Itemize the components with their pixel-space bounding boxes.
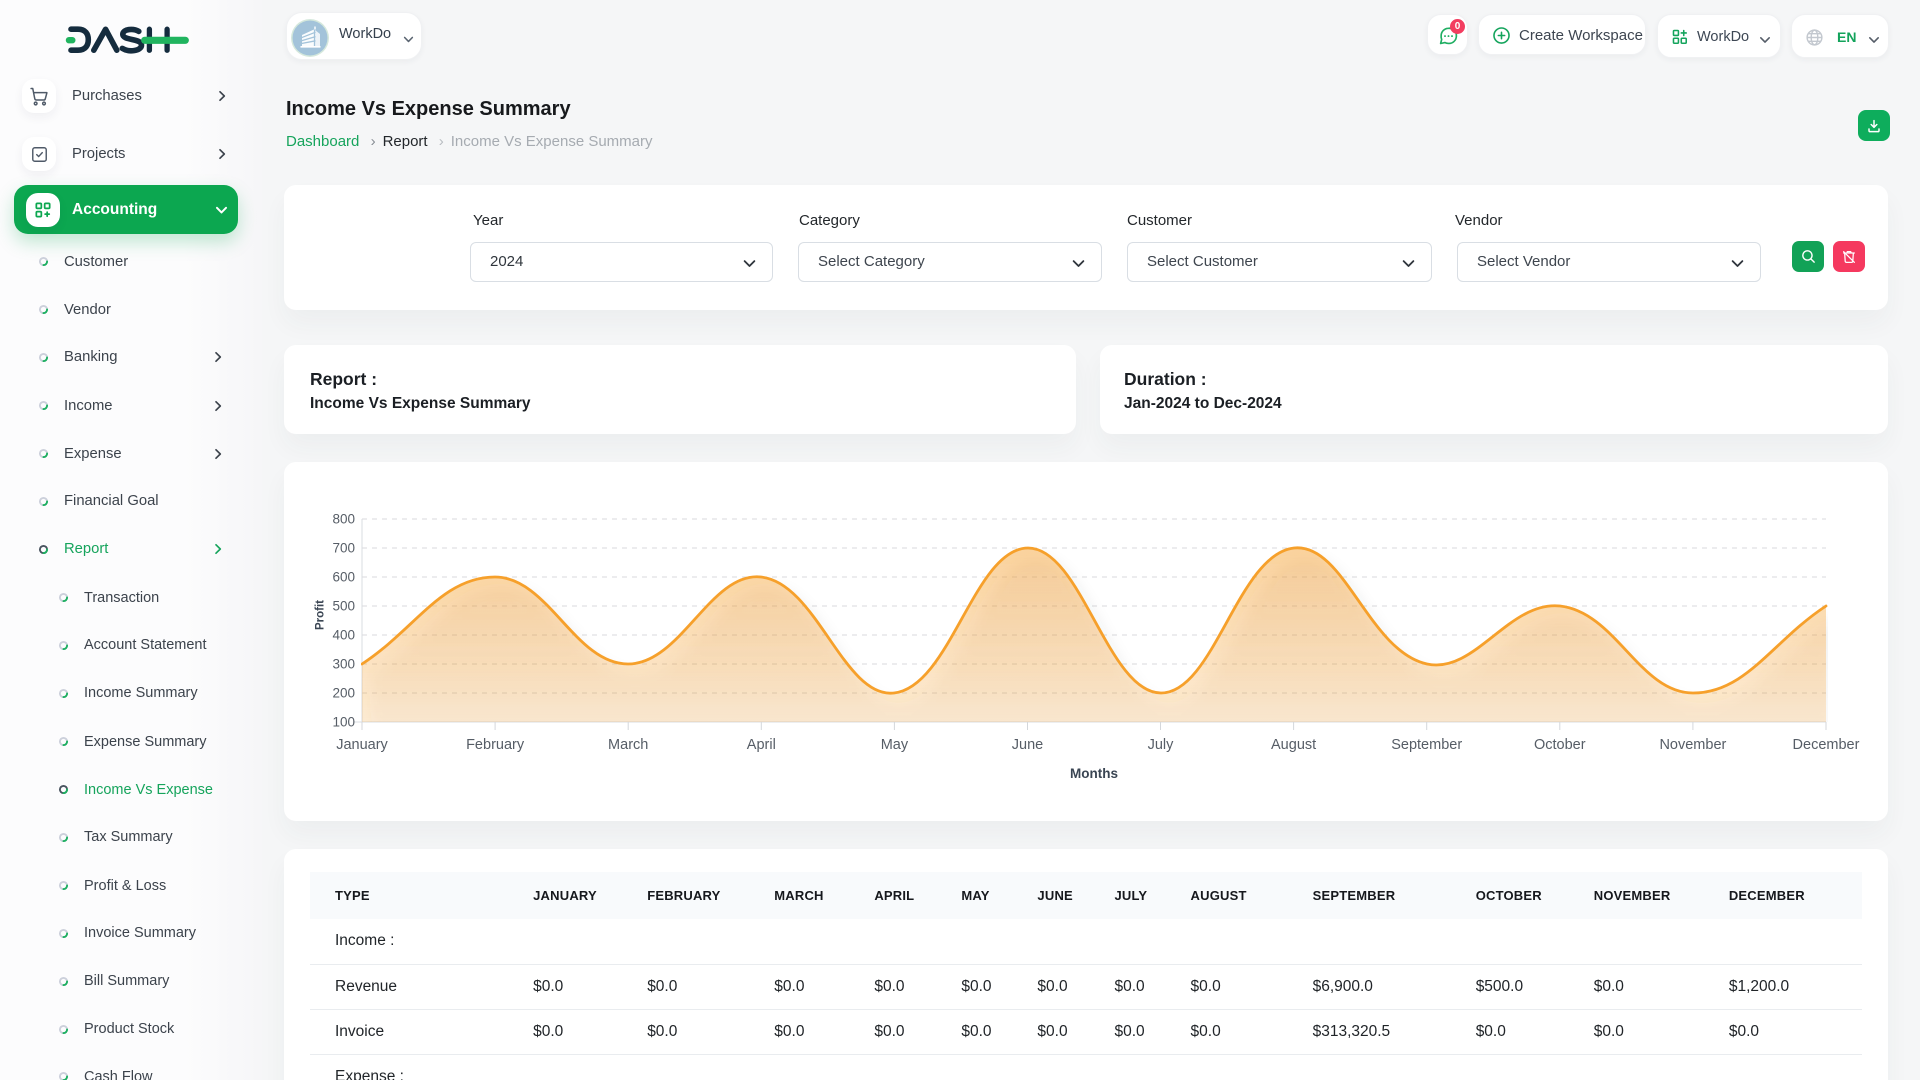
svg-text:600: 600 [332, 570, 355, 585]
svg-text:100: 100 [332, 715, 355, 730]
svg-text:October: October [1534, 737, 1586, 753]
svg-text:November: November [1659, 737, 1726, 753]
svg-text:January: January [336, 737, 388, 753]
svg-text:May: May [881, 737, 909, 753]
svg-text:March: March [608, 737, 648, 753]
svg-text:400: 400 [332, 628, 355, 643]
svg-text:200: 200 [332, 686, 355, 701]
svg-text:300: 300 [332, 657, 355, 672]
svg-text:800: 800 [332, 512, 355, 527]
svg-text:500: 500 [332, 599, 355, 614]
svg-text:August: August [1271, 737, 1316, 753]
svg-text:700: 700 [332, 541, 355, 556]
svg-text:April: April [747, 737, 776, 753]
svg-text:February: February [466, 737, 525, 753]
svg-text:Profit: Profit [315, 600, 327, 630]
svg-text:June: June [1012, 737, 1043, 753]
svg-text:July: July [1148, 737, 1175, 753]
svg-text:Months: Months [1070, 766, 1118, 781]
svg-text:September: September [1391, 737, 1462, 753]
svg-text:December: December [1793, 737, 1860, 753]
